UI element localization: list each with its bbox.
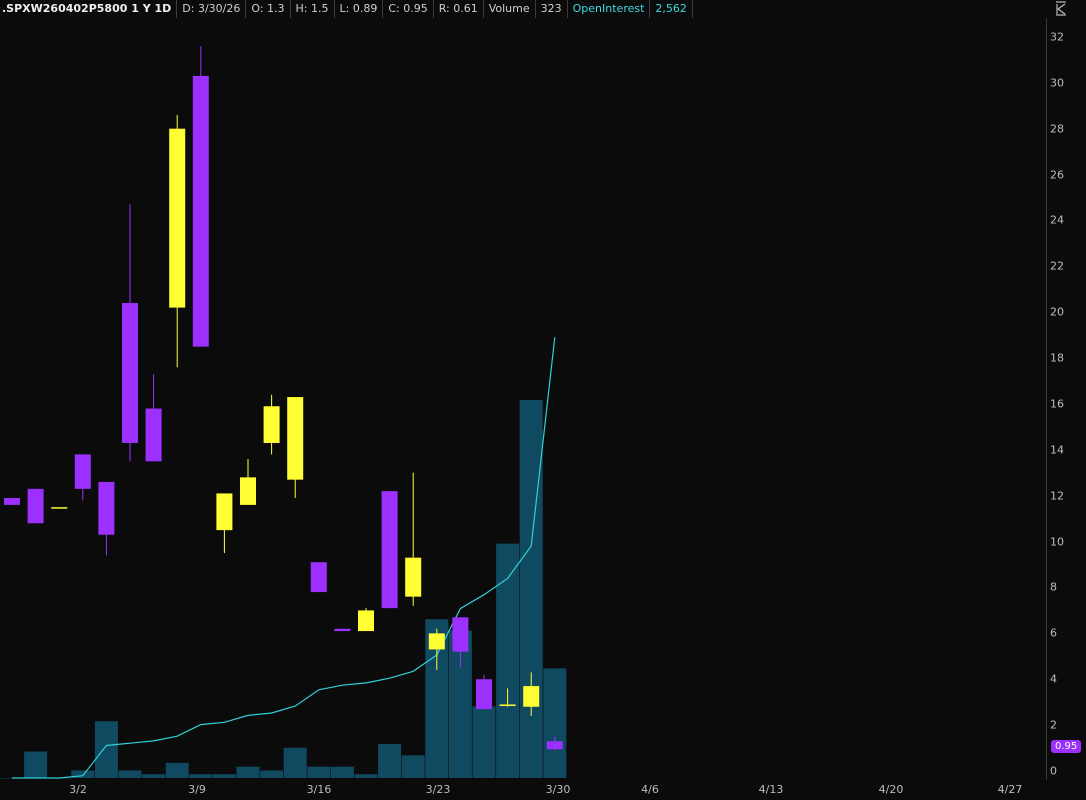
volume-bar — [543, 668, 567, 778]
y-tick-label: 20 — [1050, 305, 1064, 319]
volume-bar — [212, 774, 236, 778]
volume-bar — [94, 721, 118, 778]
candle-body — [4, 498, 20, 505]
candle-body — [499, 704, 516, 706]
candle-body — [169, 128, 186, 308]
x-tick-label: 4/27 — [997, 783, 1023, 796]
candle-body — [523, 686, 540, 707]
volume-bar — [260, 770, 284, 778]
candle-body — [405, 557, 422, 597]
volume-bar — [236, 766, 260, 778]
volume-bar — [472, 706, 496, 778]
candle-body — [287, 397, 304, 480]
x-tick-label: 4/20 — [878, 783, 904, 796]
y-tick-label: 18 — [1050, 351, 1064, 365]
candle-body — [452, 617, 469, 652]
price-chart[interactable] — [0, 0, 1086, 800]
candle-body — [192, 75, 209, 347]
candle-body — [334, 628, 351, 632]
candle-body — [27, 488, 44, 524]
y-tick-label: 2 — [1050, 718, 1057, 732]
candle-body — [74, 454, 91, 489]
volume-bar — [378, 743, 402, 778]
candle-body — [51, 507, 68, 509]
y-tick-label: 22 — [1050, 259, 1064, 273]
last-price-badge: 0.95 — [1051, 740, 1082, 753]
candle-body — [428, 633, 445, 650]
volume-bar — [189, 774, 213, 778]
candle-body — [310, 562, 327, 593]
y-tick-label: 6 — [1050, 626, 1057, 640]
x-tick-label: 3/2 — [69, 783, 87, 796]
y-tick-label: 32 — [1050, 30, 1064, 44]
candle-body — [98, 481, 115, 535]
volume-bar — [142, 774, 166, 778]
candle-body — [476, 679, 492, 710]
y-tick-label: 10 — [1050, 535, 1064, 549]
y-tick-label: 14 — [1050, 443, 1064, 457]
volume-bar — [401, 755, 425, 778]
volume-bar — [519, 400, 543, 778]
volume-bar — [283, 747, 307, 778]
candle-body — [216, 493, 233, 531]
volume-bar — [24, 751, 48, 778]
candle-body — [240, 477, 256, 505]
y-tick-label: 28 — [1050, 122, 1064, 136]
x-tick-label: 4/13 — [758, 783, 784, 796]
y-tick-label: 0 — [1050, 764, 1057, 778]
x-tick-label: 4/6 — [641, 783, 659, 796]
y-axis-divider — [1046, 18, 1047, 780]
volume-bar — [165, 762, 189, 778]
candle-body — [358, 610, 374, 632]
volume-bar — [330, 766, 354, 778]
x-tick-label: 3/23 — [425, 783, 451, 796]
y-tick-label: 8 — [1050, 580, 1057, 594]
candle-body — [381, 491, 398, 609]
volume-bar — [354, 774, 378, 778]
y-tick-label: 30 — [1050, 76, 1064, 90]
volume-bar — [307, 766, 331, 778]
x-tick-label: 3/16 — [306, 783, 332, 796]
x-tick-label: 3/30 — [545, 783, 571, 796]
candle-body — [546, 741, 563, 750]
y-tick-label: 26 — [1050, 168, 1064, 182]
y-tick-label: 12 — [1050, 489, 1064, 503]
volume-bar — [118, 770, 142, 778]
y-tick-label: 4 — [1050, 672, 1057, 686]
x-tick-label: 3/9 — [188, 783, 206, 796]
candle-body — [122, 303, 138, 443]
y-tick-label: 16 — [1050, 397, 1064, 411]
candle-body — [145, 408, 162, 462]
candle-body — [263, 406, 280, 443]
y-tick-label: 24 — [1050, 213, 1064, 227]
